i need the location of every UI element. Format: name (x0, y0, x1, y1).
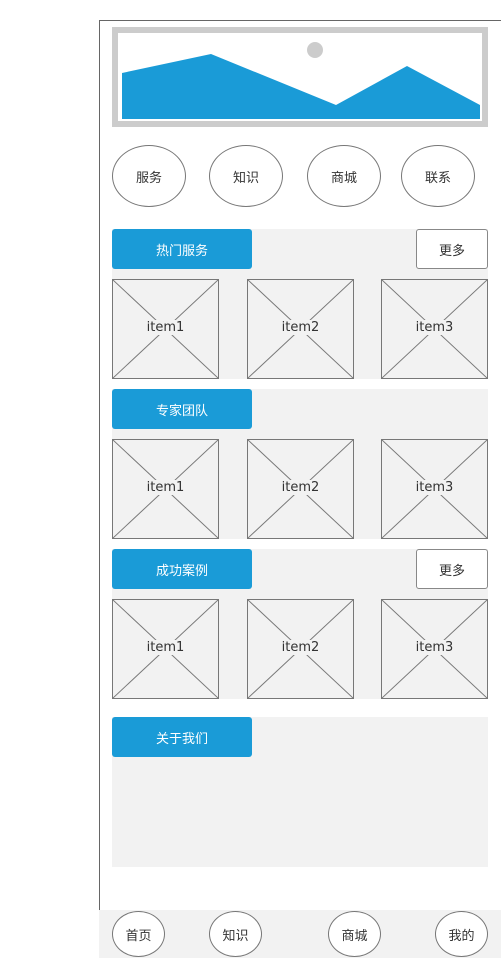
hot-service-item[interactable]: item2 (247, 279, 354, 379)
hot-service-item[interactable]: item3 (381, 279, 488, 379)
expert-team-title: 专家团队 (112, 389, 252, 429)
success-case-item[interactable]: item1 (112, 599, 219, 699)
tab-knowledge[interactable]: 知识 (209, 911, 262, 957)
success-cases-more-button[interactable]: 更多 (416, 549, 488, 589)
tab-mall[interactable]: 商城 (328, 911, 381, 957)
about-us-title: 关于我们 (112, 717, 252, 757)
item-label: item1 (144, 640, 187, 655)
expert-team-item[interactable]: item3 (381, 439, 488, 539)
item-label: item3 (413, 320, 456, 335)
item-label: item2 (279, 320, 322, 335)
nav-service[interactable]: 服务 (112, 145, 186, 207)
nav-mall[interactable]: 商城 (307, 145, 381, 207)
item-label: item1 (144, 480, 187, 495)
expert-team-item[interactable]: item1 (112, 439, 219, 539)
success-case-item[interactable]: item2 (247, 599, 354, 699)
item-label: item3 (413, 480, 456, 495)
tab-mine[interactable]: 我的 (435, 911, 488, 957)
nav-contact[interactable]: 联系 (401, 145, 475, 207)
banner-image[interactable] (112, 27, 488, 127)
item-label: item2 (279, 640, 322, 655)
success-cases-title: 成功案例 (112, 549, 252, 589)
item-label: item2 (279, 480, 322, 495)
landscape-image-icon (118, 33, 482, 121)
hot-services-title: 热门服务 (112, 229, 252, 269)
nav-knowledge[interactable]: 知识 (209, 145, 283, 207)
hot-service-item[interactable]: item1 (112, 279, 219, 379)
hot-services-more-button[interactable]: 更多 (416, 229, 488, 269)
item-label: item1 (144, 320, 187, 335)
success-case-item[interactable]: item3 (381, 599, 488, 699)
item-label: item3 (413, 640, 456, 655)
tab-home[interactable]: 首页 (112, 911, 165, 957)
expert-team-item[interactable]: item2 (247, 439, 354, 539)
